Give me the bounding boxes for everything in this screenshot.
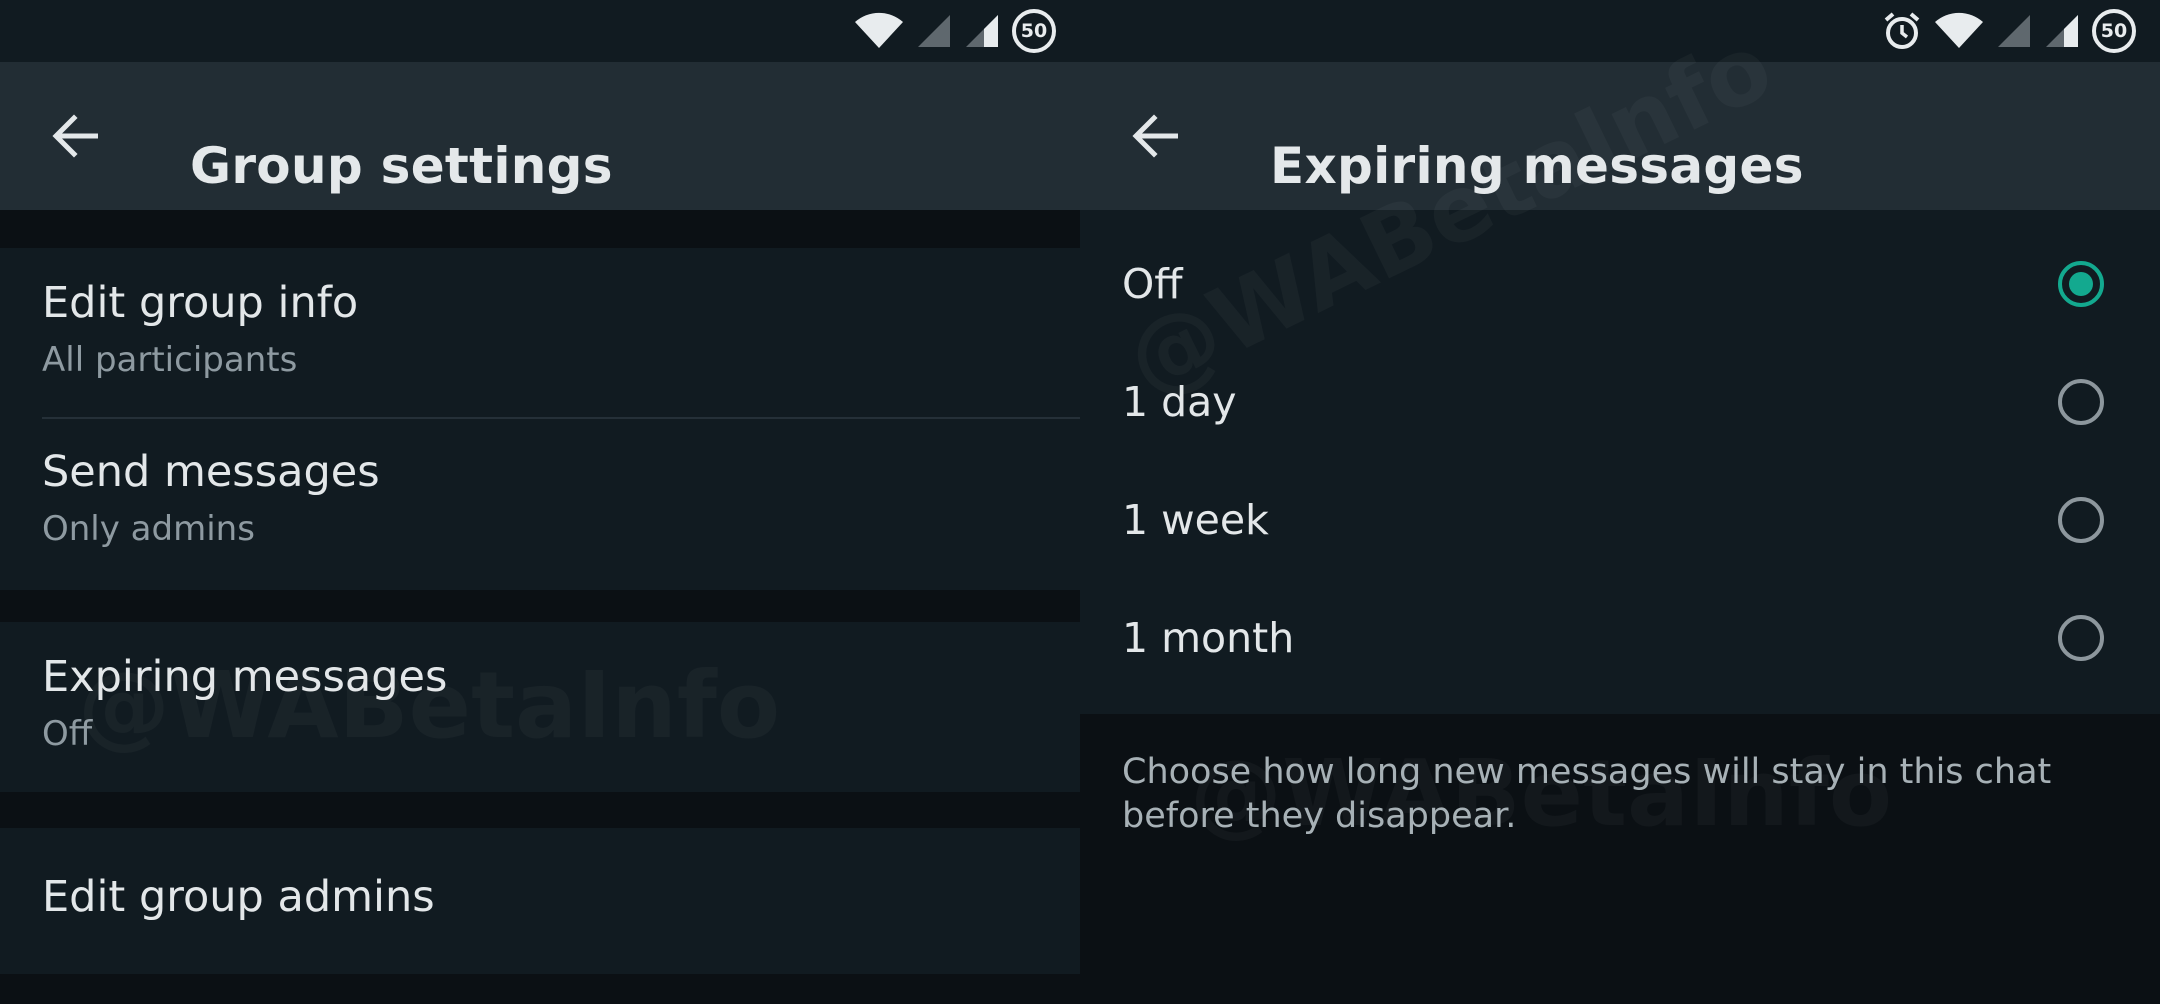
cell-signal-icon: [2046, 15, 2078, 47]
status-bar: 50: [1080, 0, 2160, 62]
app-bar: Expiring messages: [1080, 62, 2160, 210]
option-1-week[interactable]: 1 week: [1080, 461, 2160, 579]
radio-button[interactable]: [2058, 379, 2104, 425]
setting-edit-group-info[interactable]: Edit group info All participants: [0, 248, 1080, 418]
description-text: Choose how long new messages will stay i…: [1122, 752, 2052, 836]
radio-button[interactable]: [2058, 497, 2104, 543]
page-title: Expiring messages: [1270, 137, 1804, 195]
cell-signal-icon: [966, 15, 998, 47]
arrow-back-icon[interactable]: [1132, 114, 1178, 158]
wifi-icon: [855, 12, 903, 49]
setting-subtitle: All participants: [42, 340, 298, 380]
option-label: 1 week: [1122, 496, 1269, 544]
duration-options: @WABetaInfo Off 1 day 1 week 1 month: [1080, 210, 2160, 714]
setting-subtitle: Only admins: [42, 509, 255, 549]
setting-title: Edit group info: [42, 278, 359, 328]
group-settings-screen: 50 Group settings Edit group info All pa…: [0, 0, 1080, 1004]
admins-section: Edit group admins: [0, 828, 1080, 974]
setting-title: Edit group admins: [42, 872, 435, 922]
app-bar: Group settings: [0, 62, 1080, 210]
radio-button-selected[interactable]: [2058, 261, 2104, 307]
arrow-back-icon[interactable]: [52, 114, 98, 158]
setting-title: Send messages: [42, 447, 380, 497]
battery-saver-icon: 50: [1012, 9, 1056, 53]
battery-level: 50: [2100, 20, 2128, 42]
alarm-icon: [1884, 12, 1920, 49]
status-icons: 50: [1882, 0, 2136, 62]
setting-send-messages[interactable]: Send messages Only admins: [0, 419, 1080, 590]
battery-saver-icon: 50: [2092, 9, 2136, 53]
permissions-section: Edit group info All participants Send me…: [0, 248, 1080, 590]
option-label: 1 day: [1122, 378, 1237, 426]
setting-expiring-messages[interactable]: Expiring messages Off: [0, 622, 1080, 792]
battery-level: 50: [1020, 20, 1048, 42]
cell-signal-icon: [918, 15, 950, 47]
wifi-icon: [1935, 12, 1983, 49]
cell-signal-icon: [1998, 15, 2030, 47]
option-off[interactable]: Off: [1080, 225, 2160, 343]
setting-title: Expiring messages: [42, 652, 448, 702]
page-title: Group settings: [190, 137, 613, 195]
option-1-day[interactable]: 1 day: [1080, 343, 2160, 461]
option-1-month[interactable]: 1 month: [1080, 579, 2160, 697]
option-label: Off: [1122, 260, 1183, 308]
option-label: 1 month: [1122, 614, 1295, 662]
expiring-section: Expiring messages Off @WABetaInfo: [0, 622, 1080, 792]
status-icons: 50: [854, 0, 1056, 62]
expiring-messages-screen: 50 Expiring messages @WABetaInfo Off 1 d…: [1080, 0, 2160, 1004]
status-bar: 50: [0, 0, 1080, 62]
setting-edit-group-admins[interactable]: Edit group admins: [0, 828, 1080, 974]
radio-button[interactable]: [2058, 615, 2104, 661]
setting-subtitle: Off: [42, 714, 93, 754]
